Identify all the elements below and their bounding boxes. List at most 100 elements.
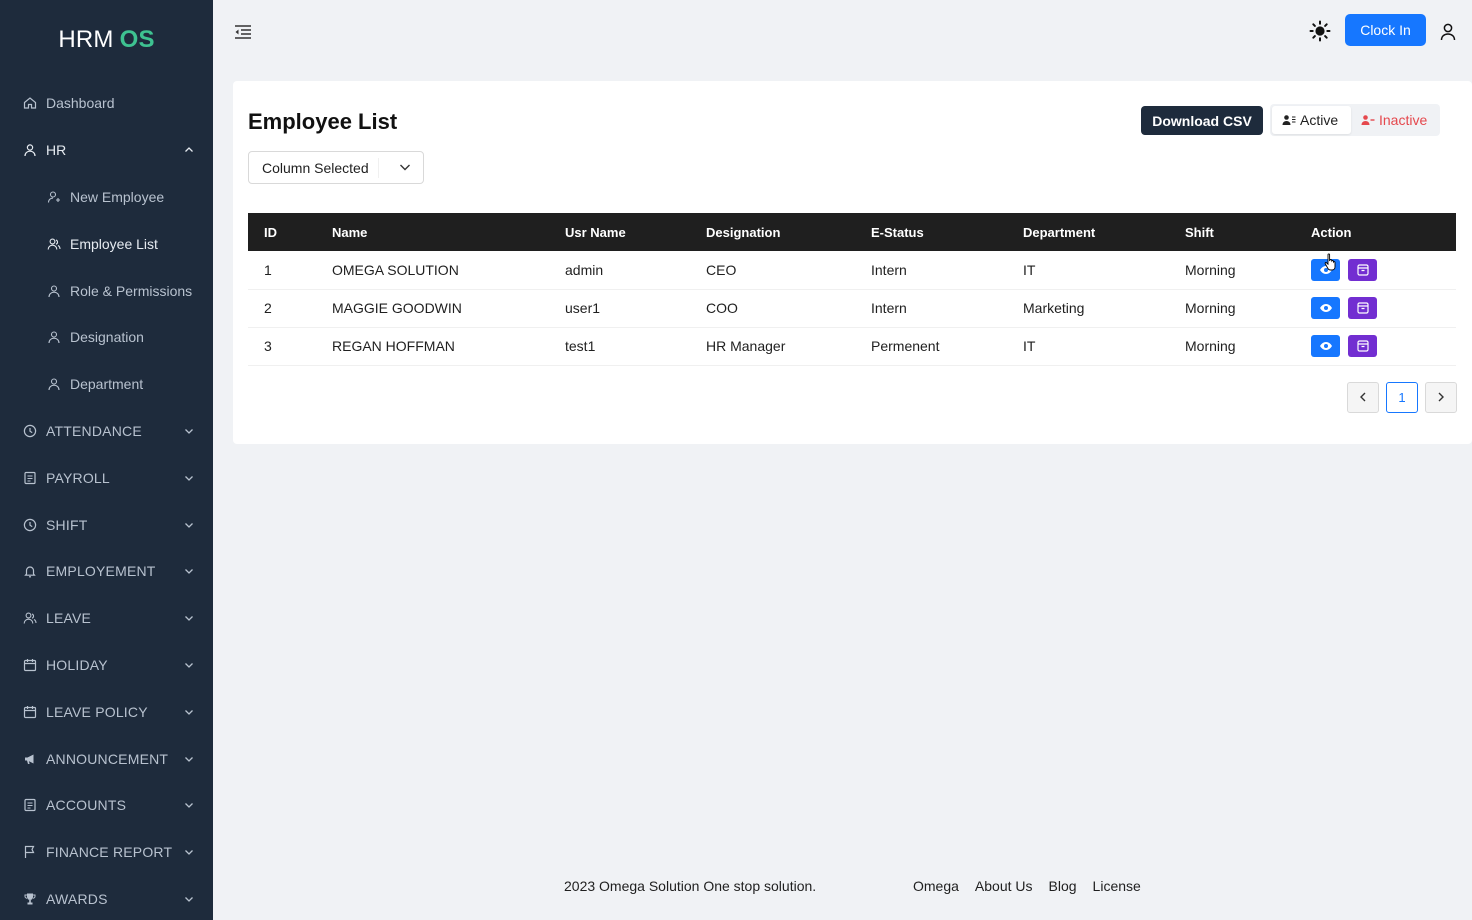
column-header-department[interactable]: Department: [1007, 213, 1169, 251]
sidebar-item-leave-policy[interactable]: LEAVE POLICY: [0, 688, 213, 735]
users-icon: [46, 236, 62, 252]
menu-collapse-icon[interactable]: [233, 22, 253, 42]
sidebar-item-label: PAYROLL: [46, 469, 110, 486]
sidebar-item-label: HR: [46, 142, 67, 159]
sidebar: HRM OS Dashboard HR New Employee Employee…: [0, 0, 213, 920]
chevron-down-icon: [399, 160, 411, 176]
sidebar-item-payroll[interactable]: PAYROLL: [0, 454, 213, 501]
archive-button[interactable]: [1348, 335, 1377, 357]
archive-button[interactable]: [1348, 258, 1377, 281]
column-select-dropdown[interactable]: Column Selected: [248, 151, 424, 184]
user-profile-icon[interactable]: [1439, 22, 1457, 42]
footer-link-about-us[interactable]: About Us: [975, 878, 1033, 894]
column-header-estatus[interactable]: E-Status: [855, 213, 1007, 251]
chevron-down-icon: [183, 425, 195, 437]
chevron-up-icon: [183, 144, 195, 156]
view-button[interactable]: [1311, 297, 1340, 319]
filter-active-label: Active: [1300, 112, 1339, 128]
cell-estatus: Intern: [855, 289, 1007, 328]
chevron-down-icon: [183, 612, 195, 624]
footer-links: Omega About Us Blog License: [913, 878, 1141, 894]
brand-logo[interactable]: HRM OS: [0, 0, 213, 80]
sidebar-item-label: HOLIDAY: [46, 656, 108, 673]
sidebar-item-announcement[interactable]: ANNOUNCEMENT: [0, 735, 213, 782]
sidebar-item-label: SHIFT: [46, 516, 88, 533]
sidebar-item-employee-list[interactable]: Employee List: [0, 220, 213, 267]
sidebar-item-leave[interactable]: LEAVE: [0, 595, 213, 642]
column-header-name[interactable]: Name: [316, 213, 549, 251]
chevron-down-icon: [183, 893, 195, 905]
chevron-down-icon: [183, 799, 195, 811]
cell-department: Marketing: [1007, 289, 1169, 328]
sidebar-item-role-permissions[interactable]: Role & Permissions: [0, 267, 213, 314]
sidebar-item-label: Employee List: [70, 235, 158, 252]
footer-link-blog[interactable]: Blog: [1049, 878, 1077, 894]
sidebar-item-new-employee[interactable]: New Employee: [0, 174, 213, 221]
cell-shift: Morning: [1169, 289, 1295, 328]
cell-name: REGAN HOFFMAN: [316, 327, 549, 366]
sidebar-item-label: Designation: [70, 329, 144, 346]
sidebar-item-label: Dashboard: [46, 95, 115, 112]
column-header-designation[interactable]: Designation: [690, 213, 855, 251]
cell-shift: Morning: [1169, 251, 1295, 290]
chevron-down-icon: [183, 472, 195, 484]
users-icon: [22, 610, 38, 626]
column-header-shift[interactable]: Shift: [1169, 213, 1295, 251]
filter-inactive-button[interactable]: Inactive: [1351, 106, 1438, 134]
sidebar-item-label: Department: [70, 376, 144, 393]
sidebar-item-label: ATTENDANCE: [46, 422, 142, 439]
cell-username: admin: [549, 251, 690, 290]
sidebar-item-employement[interactable]: EMPLOYEMENT: [0, 548, 213, 595]
cell-department: IT: [1007, 251, 1169, 290]
clock-icon: [22, 517, 38, 533]
sidebar-item-hr[interactable]: HR: [0, 127, 213, 174]
table-header-row: ID Name Usr Name Designation E-Status De…: [248, 213, 1456, 251]
cell-designation: COO: [690, 289, 855, 328]
brand-name-part2: OS: [119, 26, 155, 53]
filter-inactive-label: Inactive: [1379, 112, 1428, 128]
download-csv-button[interactable]: Download CSV: [1141, 106, 1263, 135]
column-select-divider: [378, 158, 379, 178]
trophy-icon: [22, 891, 38, 907]
sidebar-item-awards[interactable]: AWARDS: [0, 876, 213, 920]
clock-icon: [22, 423, 38, 439]
filter-active-button[interactable]: Active: [1272, 106, 1351, 134]
footer-link-license[interactable]: License: [1093, 878, 1141, 894]
sidebar-item-dashboard[interactable]: Dashboard: [0, 80, 213, 127]
sidebar-item-designation[interactable]: Designation: [0, 314, 213, 361]
brand-name-part1: HRM: [58, 26, 114, 53]
archive-button[interactable]: [1348, 297, 1377, 319]
bell-icon: [22, 563, 38, 579]
top-header: Clock In: [213, 0, 1472, 64]
chevron-right-icon: [1437, 390, 1445, 405]
chevron-down-icon: [183, 565, 195, 577]
view-button[interactable]: [1311, 335, 1340, 357]
sidebar-item-attendance[interactable]: ATTENDANCE: [0, 408, 213, 455]
sidebar-item-label: AWARDS: [46, 890, 108, 907]
calendar-icon: [22, 704, 38, 720]
user-list-icon: [1282, 114, 1296, 126]
footer-link-omega[interactable]: Omega: [913, 878, 959, 894]
pagination-page-1[interactable]: 1: [1386, 382, 1418, 413]
footer-copyright: 2023 Omega Solution One stop solution.: [564, 878, 817, 894]
sidebar-item-accounts[interactable]: ACCOUNTS: [0, 782, 213, 829]
cell-username: user1: [549, 289, 690, 328]
table-row: 1 OMEGA SOLUTION admin CEO Intern IT Mor…: [248, 251, 1456, 290]
employee-list-card: Employee List Download CSV Active Inacti…: [233, 81, 1472, 444]
pagination-next-button[interactable]: [1425, 382, 1457, 413]
cell-shift: Morning: [1169, 327, 1295, 366]
cell-action: [1295, 289, 1456, 328]
sidebar-item-shift[interactable]: SHIFT: [0, 501, 213, 548]
sun-icon[interactable]: [1309, 20, 1331, 42]
sidebar-menu: Dashboard HR New Employee Employee List …: [0, 80, 213, 920]
pagination-prev-button[interactable]: [1347, 382, 1379, 413]
column-header-id[interactable]: ID: [248, 213, 316, 251]
sidebar-item-holiday[interactable]: HOLIDAY: [0, 642, 213, 689]
user-minus-icon: [1361, 114, 1375, 126]
clock-in-button[interactable]: Clock In: [1345, 14, 1426, 46]
cell-id: 2: [248, 289, 316, 328]
column-header-username[interactable]: Usr Name: [549, 213, 690, 251]
sidebar-item-department[interactable]: Department: [0, 361, 213, 408]
sidebar-item-finance-report[interactable]: FINANCE REPORT: [0, 829, 213, 876]
user-icon: [46, 329, 62, 345]
